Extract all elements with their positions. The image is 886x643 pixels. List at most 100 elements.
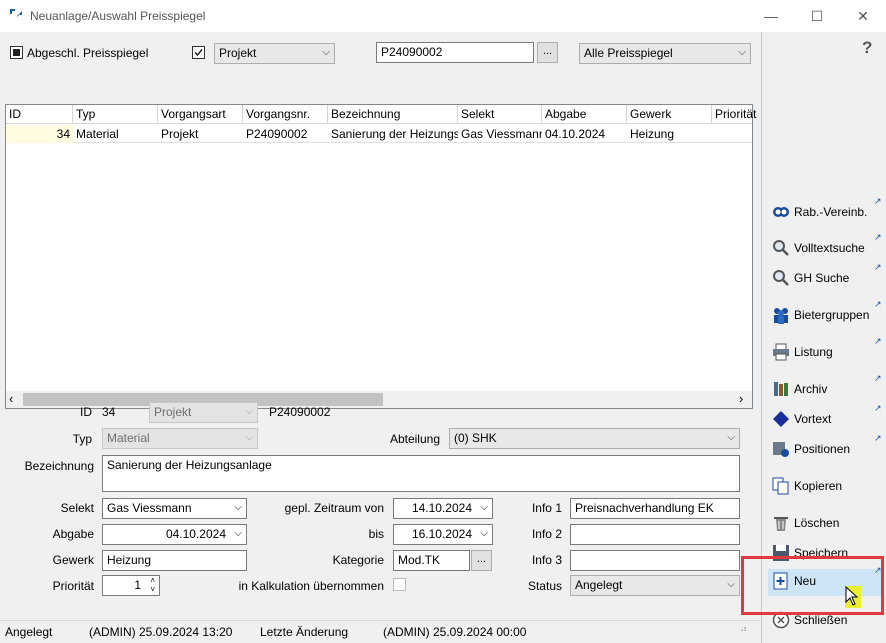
kategorie-browse-button[interactable]: ... (471, 550, 492, 571)
rab-vereinb-button[interactable]: Rab.-Vereinb. ↗ (772, 196, 882, 226)
scroll-left-icon[interactable]: ‹ (9, 391, 13, 406)
col-header-bezeichnung[interactable]: Bezeichnung (328, 105, 458, 124)
stepper-arrows-icon[interactable]: ˄ ˅ (150, 576, 155, 594)
close-button[interactable]: ✕ (840, 0, 886, 32)
positionen-button[interactable]: Positionen ↗ (772, 433, 882, 463)
prioritaet-value: 1 (134, 578, 141, 592)
copy-icon (772, 477, 789, 495)
cell-gewerk: Heizung (630, 127, 675, 141)
kategorie-input[interactable]: Mod.TK (393, 550, 470, 571)
typ-select: Material ⌵ (102, 428, 258, 449)
preisspiegel-grid[interactable]: ID Typ Vorgangsart Vorgangsnr. Bezeichnu… (5, 104, 756, 409)
window-title: Neuanlage/Auswahl Preisspiegel (30, 9, 206, 23)
col-header-vorgangsnr[interactable]: Vorgangsnr. (243, 105, 328, 124)
preisspiegel-select[interactable]: Alle Preisspiegel ⌵ (579, 43, 751, 64)
abteilung-value: (0) SHK (454, 431, 497, 445)
link-arrow-icon: ↗ (874, 299, 882, 309)
bis-value: 16.10.2024 (411, 527, 472, 541)
listung-button[interactable]: Listung ↗ (772, 336, 882, 366)
bis-date[interactable]: 16.10.2024 ⌵ (393, 524, 493, 545)
prioritaet-stepper[interactable]: 1 ˄ ˅ (102, 575, 160, 596)
col-header-selekt[interactable]: Selekt (458, 105, 542, 124)
abgeschl-label: Abgeschl. Preisspiegel (27, 46, 149, 60)
vortext-button[interactable]: Vortext ↗ (772, 403, 882, 433)
abteilung-label: Abteilung (389, 432, 440, 446)
bietergruppen-button[interactable]: Bietergruppen ↗ (772, 299, 882, 329)
positionen-label: Positionen (794, 442, 851, 456)
loeschen-label: Löschen (794, 516, 840, 530)
search-icon (773, 240, 789, 256)
bis-label: bis (368, 527, 384, 541)
col-header-typ[interactable]: Typ (73, 105, 158, 124)
main-panel: Abgeschl. Preisspiegel Projekt ⌵ P240900… (0, 32, 760, 620)
vorgang-browse-button[interactable]: ... (537, 42, 558, 63)
maximize-button[interactable]: ☐ (794, 0, 840, 32)
kopieren-button[interactable]: Kopieren (772, 474, 882, 500)
cell-bezeichnung: Sanierung der Heizungsanlage (331, 127, 458, 141)
abgeschl-checkbox[interactable] (10, 46, 23, 59)
help-icon[interactable]: ? (862, 38, 872, 58)
kalkulation-checkbox[interactable] (393, 578, 406, 591)
rab-vereinb-label: Rab.-Vereinb. (794, 205, 868, 219)
title-bar: Neuanlage/Auswahl Preisspiegel — ☐ ✕ (0, 0, 886, 32)
typ-label: Typ (72, 432, 92, 446)
gewerk-label: Gewerk (52, 553, 94, 567)
resize-grip-icon[interactable]: ⠴ (740, 625, 754, 640)
info2-input[interactable] (570, 524, 740, 545)
chevron-down-icon: ⌵ (322, 47, 330, 58)
projekt-select-value: Projekt (219, 46, 257, 60)
col-header-gewerk[interactable]: Gewerk (627, 105, 712, 124)
app-icon (10, 9, 22, 17)
volltextsuche-button[interactable]: Volltextsuche ↗ (772, 232, 882, 262)
projekt-checkbox[interactable] (192, 46, 205, 59)
archiv-label: Archiv (794, 382, 828, 396)
listung-label: Listung (794, 345, 833, 359)
col-header-prioritaet[interactable]: Priorität (712, 105, 756, 124)
chevron-down-icon: ⌵ (727, 432, 735, 443)
zeitraum-von-date[interactable]: 14.10.2024 ⌵ (393, 498, 493, 519)
status-value: Angelegt (575, 578, 623, 592)
link-arrow-icon: ↗ (874, 373, 882, 383)
info1-input[interactable]: Preisnachverhandlung EK (570, 498, 740, 519)
archiv-button[interactable]: Archiv ↗ (772, 373, 882, 403)
minimize-button[interactable]: — (748, 0, 794, 32)
link-arrow-icon: ↗ (874, 232, 882, 242)
projekt-select[interactable]: Projekt ⌵ (214, 43, 335, 64)
abgabe-value: 04.10.2024 (165, 527, 226, 541)
info3-input[interactable] (570, 550, 740, 571)
scroll-right-icon[interactable]: › (739, 391, 743, 406)
chevron-down-icon: ⌵ (480, 502, 488, 513)
cell-selekt: Gas Viessmann (461, 127, 542, 141)
col-header-vorgangsart[interactable]: Vorgangsart (158, 105, 243, 124)
loeschen-button[interactable]: Löschen (772, 511, 882, 537)
abteilung-select[interactable]: (0) SHK ⌵ (449, 428, 740, 449)
bezeichnung-textarea[interactable]: Sanierung der Heizungsanlage (102, 455, 740, 492)
vorgangsart-value: Projekt (154, 405, 192, 419)
horizontal-scrollbar[interactable]: ‹ › (6, 391, 752, 408)
kopieren-label: Kopieren (794, 479, 843, 493)
chevron-down-icon: ⌵ (480, 528, 488, 539)
diamond-icon (773, 411, 789, 427)
kalkulation-label: in Kalkulation übernommen (238, 579, 384, 593)
gh-suche-label: GH Suche (794, 271, 850, 285)
cell-vorgangsart: Projekt (161, 127, 199, 141)
selekt-combo[interactable]: Gas Viessmann ⌵ (102, 498, 247, 519)
id-label: ID (80, 405, 92, 419)
status-select[interactable]: Angelegt ⌵ (570, 575, 740, 596)
bezeichnung-label: Bezeichnung (24, 459, 94, 473)
archive-icon (774, 382, 788, 396)
col-header-abgabe[interactable]: Abgabe (542, 105, 627, 124)
chevron-down-icon: ⌵ (727, 579, 735, 590)
col-header-id[interactable]: ID (6, 105, 73, 124)
link-arrow-icon: ↗ (874, 336, 882, 346)
table-row[interactable]: 34 Material Projekt P24090002 Sanierung … (6, 124, 752, 143)
highlight-box (741, 556, 884, 615)
typ-value: Material (107, 431, 150, 445)
abgabe-label: Abgabe (52, 527, 94, 541)
printer-icon (773, 343, 789, 361)
gh-suche-button[interactable]: GH Suche ↗ (772, 262, 882, 292)
vorgang-input[interactable]: P24090002 (376, 42, 534, 63)
abgabe-date[interactable]: 04.10.2024 ⌵ (102, 524, 247, 545)
info1-label: Info 1 (531, 501, 562, 515)
gewerk-input[interactable]: Heizung (102, 550, 247, 571)
